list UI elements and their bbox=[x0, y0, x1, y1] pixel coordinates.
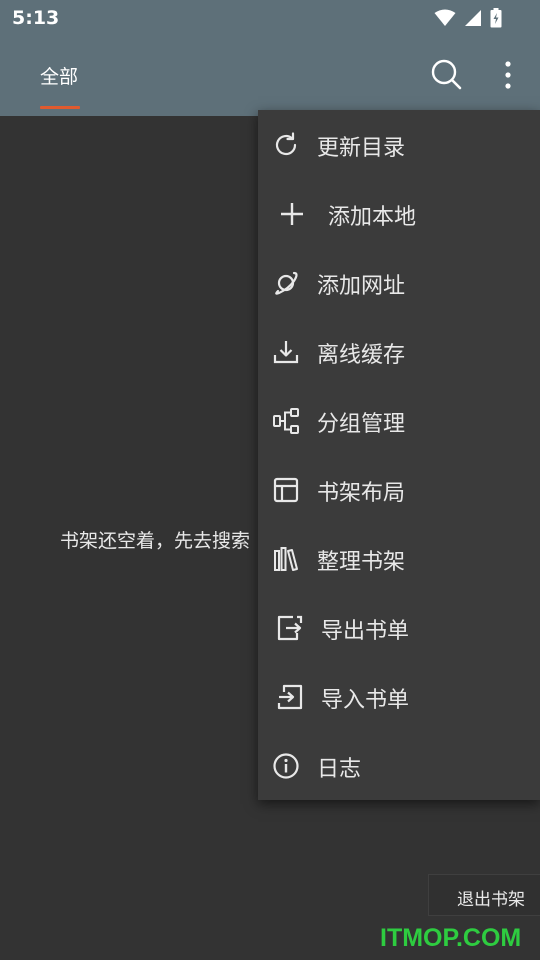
download-icon bbox=[273, 341, 299, 364]
app-bar: 全部 bbox=[0, 36, 540, 116]
search-icon bbox=[431, 59, 462, 90]
menu-item-label: 更新目录 bbox=[317, 136, 406, 161]
more-options-button[interactable] bbox=[495, 58, 521, 92]
refresh-icon bbox=[275, 132, 297, 156]
menu-item-offline-cache[interactable]: 离线缓存 bbox=[258, 317, 540, 386]
export-icon bbox=[277, 615, 303, 641]
overflow-menu: 更新目录 添加本地 添加网址 离线缓存 分组管理 书架布局 整理书架 导出书单 … bbox=[258, 110, 540, 800]
empty-bookshelf-message: 书架还空着，先去搜索 bbox=[60, 530, 251, 552]
status-icons bbox=[434, 8, 502, 28]
signal-icon bbox=[465, 10, 481, 26]
menu-item-import-booklist[interactable]: 导入书单 bbox=[258, 662, 540, 731]
menu-item-group-manage[interactable]: 分组管理 bbox=[258, 386, 540, 455]
menu-item-label: 添加本地 bbox=[328, 205, 417, 230]
menu-item-update-catalog[interactable]: 更新目录 bbox=[258, 110, 540, 179]
books-icon bbox=[274, 547, 298, 571]
menu-item-organize-shelf[interactable]: 整理书架 bbox=[258, 524, 540, 593]
exit-bookshelf-button[interactable]: 退出书架 bbox=[428, 874, 540, 916]
status-time: 5:13 bbox=[12, 7, 60, 29]
search-button[interactable] bbox=[430, 58, 462, 90]
menu-item-add-url[interactable]: 添加网址 bbox=[258, 248, 540, 317]
group-icon bbox=[273, 408, 299, 434]
menu-item-label: 整理书架 bbox=[317, 550, 406, 575]
info-icon bbox=[273, 753, 299, 779]
menu-item-label: 日志 bbox=[317, 757, 362, 782]
menu-item-label: 离线缓存 bbox=[317, 343, 406, 368]
menu-item-shelf-layout[interactable]: 书架布局 bbox=[258, 455, 540, 524]
menu-item-label: 添加网址 bbox=[317, 274, 406, 299]
plus-icon bbox=[281, 203, 303, 225]
tab-all[interactable]: 全部 bbox=[40, 62, 78, 89]
tab-indicator bbox=[40, 106, 80, 109]
battery-icon bbox=[490, 8, 502, 28]
import-icon bbox=[277, 684, 303, 710]
watermark: ITMOP.COM bbox=[380, 924, 522, 952]
menu-item-label: 导入书单 bbox=[321, 688, 410, 713]
more-vert-icon bbox=[505, 61, 511, 89]
wifi-icon bbox=[434, 9, 456, 26]
layout-icon bbox=[273, 477, 299, 503]
menu-item-log[interactable]: 日志 bbox=[258, 731, 540, 800]
menu-item-export-booklist[interactable]: 导出书单 bbox=[258, 593, 540, 662]
exit-bookshelf-label: 退出书架 bbox=[457, 890, 525, 910]
menu-item-add-local[interactable]: 添加本地 bbox=[258, 179, 540, 248]
status-bar: 5:13 bbox=[0, 0, 540, 36]
planet-icon bbox=[275, 271, 298, 295]
menu-item-label: 导出书单 bbox=[321, 619, 410, 644]
menu-item-label: 书架布局 bbox=[317, 481, 406, 506]
menu-item-label: 分组管理 bbox=[317, 412, 406, 437]
